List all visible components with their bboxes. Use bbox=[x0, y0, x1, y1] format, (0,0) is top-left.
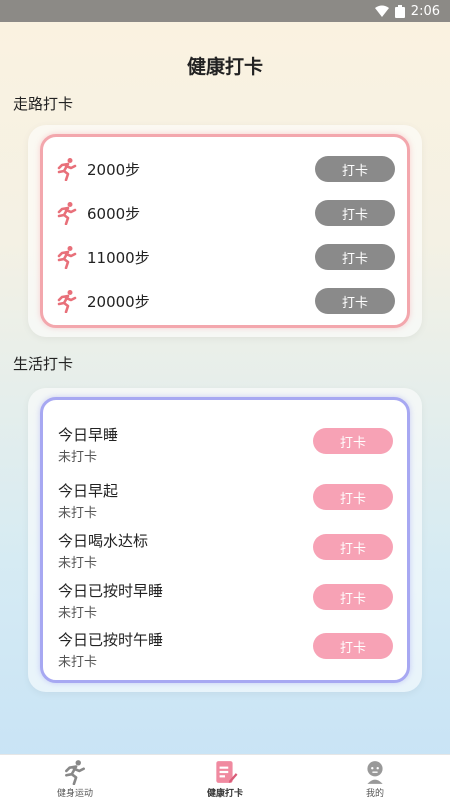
walk-row: 11000步 打卡 bbox=[43, 235, 407, 279]
life-item-status: 未打卡 bbox=[58, 556, 98, 571]
running-icon bbox=[57, 246, 77, 269]
profile-icon bbox=[367, 761, 383, 784]
checkin-button[interactable]: 打卡 bbox=[315, 200, 395, 226]
walk-row: 2000步 打卡 bbox=[43, 147, 407, 191]
life-card-inner: 今日早睡 未打卡 打卡 今日早起 未打卡 打卡 今日喝水达标 未打卡 打卡 今日… bbox=[40, 397, 410, 683]
wifi-icon bbox=[374, 5, 389, 17]
walk-row: 6000步 打卡 bbox=[43, 191, 407, 235]
walk-section-title: 走路打卡 bbox=[13, 95, 74, 113]
life-item-status: 未打卡 bbox=[58, 450, 98, 465]
checkin-button[interactable]: 打卡 bbox=[313, 484, 393, 510]
running-icon bbox=[65, 760, 85, 785]
bottom-tab-bar: 健身运动 健康打卡 我的 bbox=[0, 754, 450, 800]
running-icon bbox=[57, 290, 77, 313]
tab-health-checkin[interactable]: 健康打卡 bbox=[150, 755, 300, 800]
walk-card-inner: 2000步 打卡 6000步 打卡 11000步 打卡 20000步 打卡 bbox=[40, 134, 410, 328]
walk-card: 2000步 打卡 6000步 打卡 11000步 打卡 20000步 打卡 bbox=[28, 125, 422, 337]
walk-label: 6000步 bbox=[87, 204, 141, 223]
tab-profile[interactable]: 我的 bbox=[300, 755, 450, 800]
tab-label: 健康打卡 bbox=[206, 789, 243, 799]
checkin-button[interactable]: 打卡 bbox=[313, 534, 393, 560]
life-item-status: 未打卡 bbox=[58, 655, 98, 670]
life-row: 今日喝水达标 未打卡 打卡 bbox=[43, 530, 407, 576]
life-row: 今日已按时午睡 未打卡 打卡 bbox=[43, 629, 407, 675]
running-icon bbox=[57, 202, 77, 225]
checkin-button[interactable]: 打卡 bbox=[313, 428, 393, 454]
checkin-icon bbox=[216, 761, 238, 783]
checkin-button[interactable]: 打卡 bbox=[313, 633, 393, 659]
walk-label: 2000步 bbox=[87, 160, 141, 179]
checkin-button[interactable]: 打卡 bbox=[315, 288, 395, 314]
walk-label: 20000步 bbox=[87, 292, 150, 311]
life-card: 今日早睡 未打卡 打卡 今日早起 未打卡 打卡 今日喝水达标 未打卡 打卡 今日… bbox=[28, 388, 422, 692]
battery-icon bbox=[394, 4, 405, 18]
life-item-title: 今日已按时早睡 bbox=[58, 582, 164, 600]
walk-row: 20000步 打卡 bbox=[43, 279, 407, 323]
tab-fitness[interactable]: 健身运动 bbox=[0, 755, 150, 800]
life-item-title: 今日早起 bbox=[58, 482, 119, 500]
life-item-status: 未打卡 bbox=[58, 606, 98, 621]
life-row: 今日已按时早睡 未打卡 打卡 bbox=[43, 580, 407, 626]
checkin-button[interactable]: 打卡 bbox=[315, 156, 395, 182]
walk-label: 11000步 bbox=[87, 248, 150, 267]
status-time: 2:06 bbox=[410, 3, 440, 19]
page-title: 健康打卡 bbox=[186, 56, 263, 78]
life-row: 今日早睡 未打卡 打卡 bbox=[43, 424, 407, 470]
life-item-title: 今日已按时午睡 bbox=[58, 631, 164, 649]
life-row: 今日早起 未打卡 打卡 bbox=[43, 480, 407, 526]
checkin-button[interactable]: 打卡 bbox=[315, 244, 395, 270]
life-item-status: 未打卡 bbox=[58, 506, 98, 521]
running-icon bbox=[57, 158, 77, 181]
life-item-title: 今日喝水达标 bbox=[58, 532, 149, 550]
tab-label: 我的 bbox=[365, 789, 384, 799]
status-bar: 2:06 bbox=[0, 0, 450, 22]
life-item-title: 今日早睡 bbox=[58, 426, 119, 444]
life-section-title: 生活打卡 bbox=[13, 355, 74, 373]
checkin-button[interactable]: 打卡 bbox=[313, 584, 393, 610]
tab-label: 健身运动 bbox=[56, 789, 93, 799]
